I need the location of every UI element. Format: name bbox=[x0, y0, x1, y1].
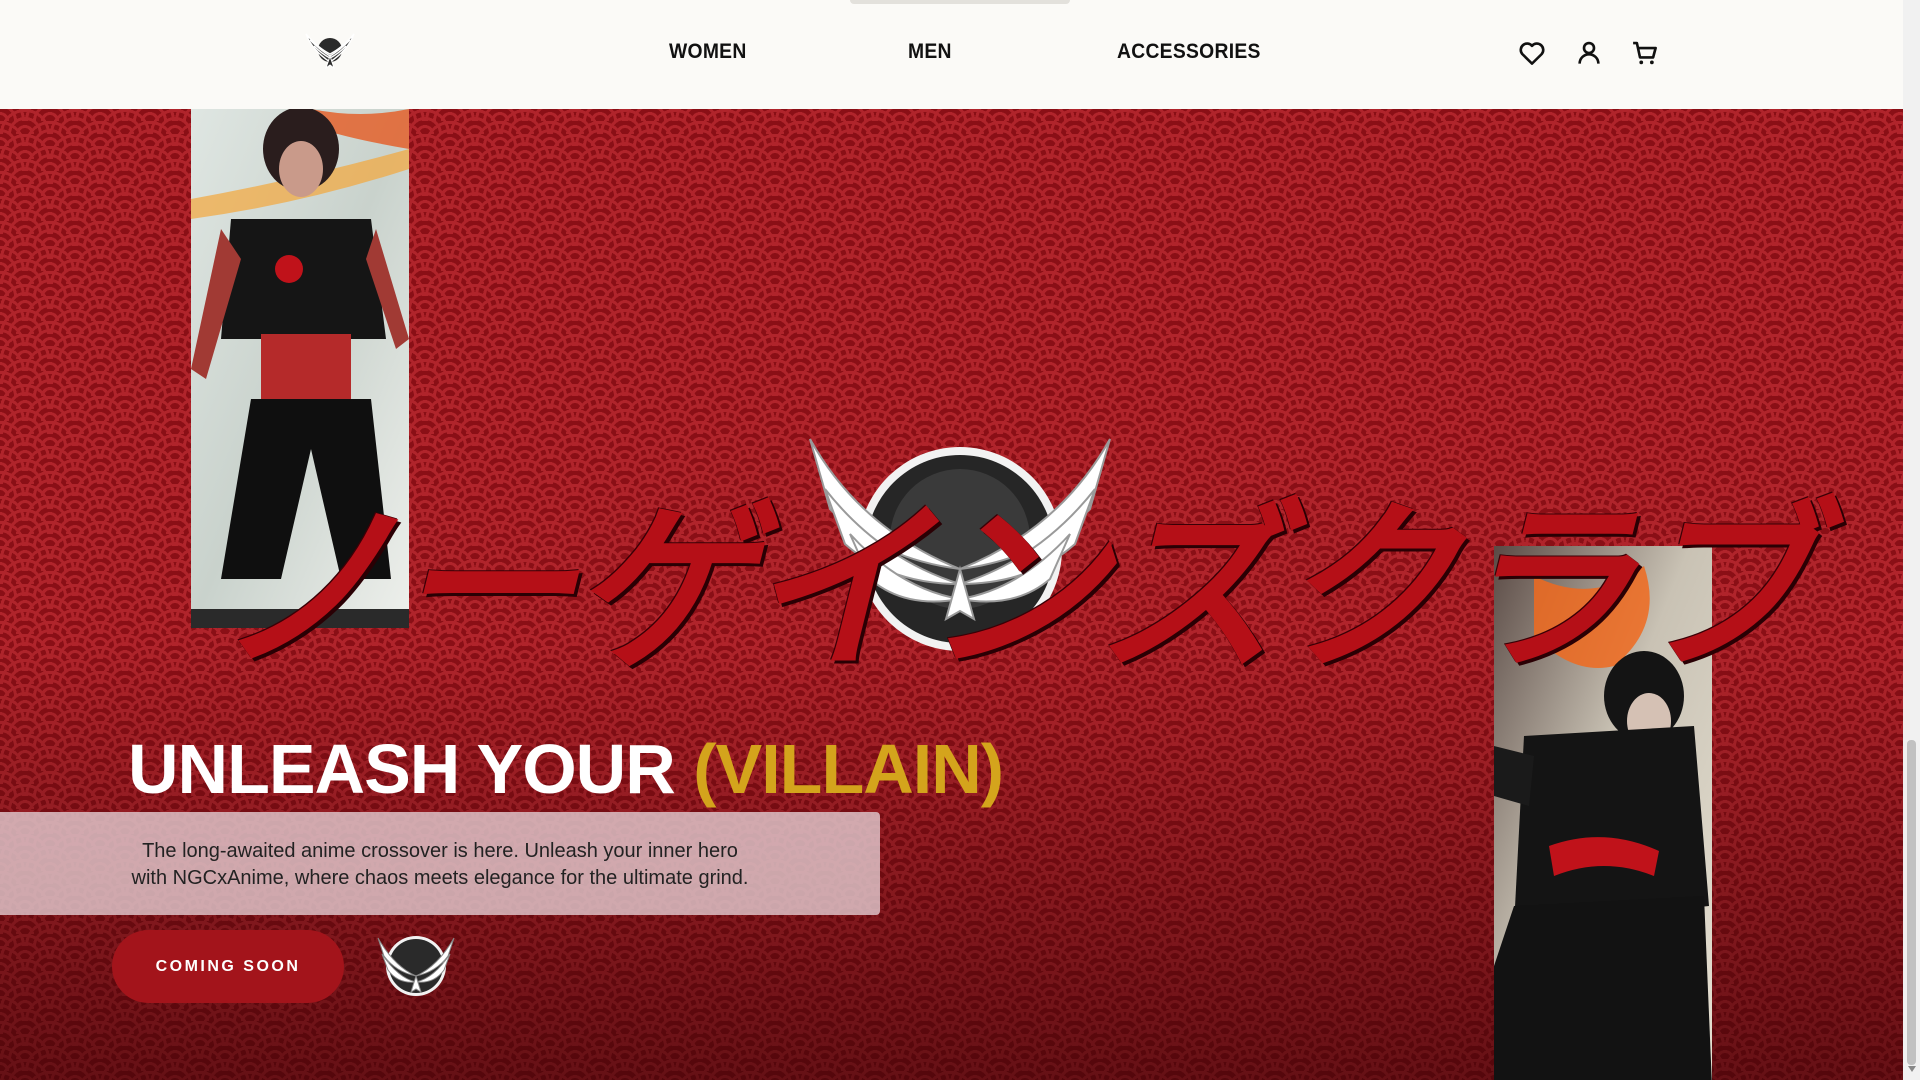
header-tab-indicator bbox=[850, 0, 1070, 4]
scroll-down-arrow-icon[interactable] bbox=[1908, 1066, 1916, 1072]
headline-prefix: UNLEASH YOUR bbox=[128, 730, 676, 808]
scrollbar-thumb[interactable] bbox=[1907, 740, 1916, 1065]
tagline-box: The long-awaited anime crossover is here… bbox=[0, 812, 880, 915]
tagline-line-2: with NGCxAnime, where chaos meets elegan… bbox=[131, 867, 749, 889]
page-scrollbar[interactable] bbox=[1903, 0, 1920, 1080]
hero-banner: ノーゲインズクラブ UNLEASH YOUR (VILLAIN) The lon… bbox=[0, 109, 1903, 1080]
site-header: WOMEN MEN ACCESSORIES bbox=[0, 0, 1903, 109]
small-wing-logo-icon bbox=[377, 936, 455, 996]
coming-soon-button[interactable]: COMING SOON bbox=[112, 930, 344, 1003]
cart-icon[interactable] bbox=[1630, 38, 1660, 68]
hero-headline: UNLEASH YOUR (VILLAIN) bbox=[128, 729, 1004, 809]
nav-item-men[interactable]: MEN bbox=[908, 40, 952, 64]
nav-item-accessories[interactable]: ACCESSORIES bbox=[1117, 40, 1261, 64]
heart-icon[interactable] bbox=[1517, 38, 1547, 68]
hero-tagline: The long-awaited anime crossover is here… bbox=[100, 838, 780, 892]
japanese-brand-title: ノーゲインズクラブ bbox=[215, 483, 1814, 695]
headline-accent: (VILLAIN) bbox=[693, 730, 1004, 808]
nav-item-women[interactable]: WOMEN bbox=[669, 40, 747, 64]
tagline-line-1: The long-awaited anime crossover is here… bbox=[142, 840, 738, 862]
winged-eagle-logo-icon[interactable] bbox=[304, 26, 356, 72]
user-icon[interactable] bbox=[1574, 38, 1604, 68]
